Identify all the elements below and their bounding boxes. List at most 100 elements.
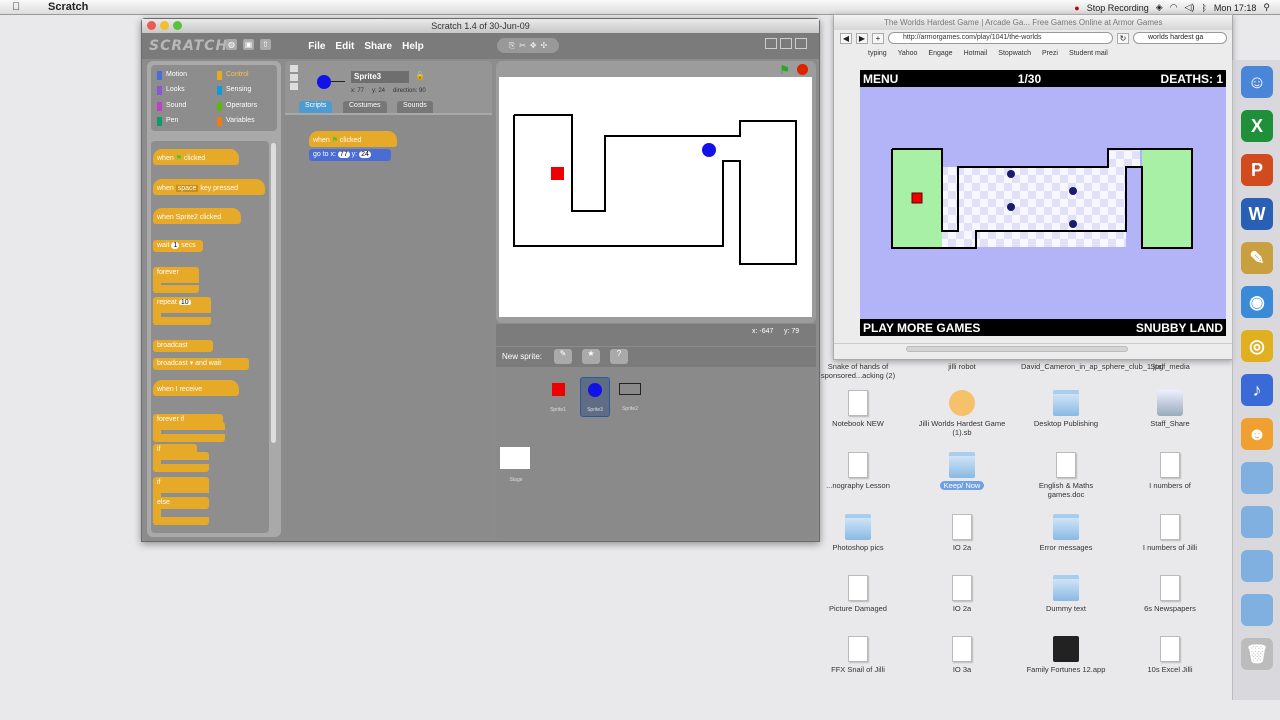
play-more-games-link[interactable]: PLAY MORE GAMES: [863, 321, 980, 335]
address-bar[interactable]: http://armorgames.com/play/1041/the-worl…: [888, 32, 1113, 44]
desktop-icon[interactable]: David_Cameron_in_ap_sphere_club_1.jpg: [1021, 362, 1163, 371]
palette-scrollbar[interactable]: [271, 143, 276, 443]
back-icon[interactable]: ◀: [840, 32, 852, 44]
desktop-icon[interactable]: I numbers of Jilli: [1125, 514, 1215, 552]
desktop-icon[interactable]: I numbers of: [1125, 452, 1215, 490]
safari-icon[interactable]: ◉: [1241, 286, 1273, 318]
desktop-icon[interactable]: FFX Snail of Jilli: [813, 636, 903, 674]
block-when-flag-clicked[interactable]: when ⚑ clicked: [153, 149, 239, 165]
choose-sprite-icon[interactable]: ★: [582, 349, 600, 364]
bookmark-student-mail[interactable]: Student mail: [1069, 50, 1108, 57]
goto-y-input[interactable]: 24: [359, 151, 371, 158]
random-sprite-icon[interactable]: ?: [610, 349, 628, 364]
stage-thumb[interactable]: Stage: [500, 447, 532, 484]
desktop-icon[interactable]: ...nography Lesson: [813, 452, 903, 490]
no-rotate-icon[interactable]: [290, 83, 298, 90]
key-dropdown[interactable]: space: [175, 185, 199, 192]
forward-icon[interactable]: ▶: [856, 32, 868, 44]
folder-2-icon[interactable]: [1241, 506, 1273, 538]
bookmark-typing[interactable]: typing: [868, 50, 887, 57]
desktop-icon[interactable]: English & Maths games.doc: [1021, 452, 1111, 499]
menu-edit[interactable]: Edit: [335, 41, 354, 52]
desktop-icon[interactable]: IO 2a: [917, 514, 1007, 552]
script-area[interactable]: when ⚑ clicked go to x: 77 y: 24: [285, 115, 492, 537]
category-operators[interactable]: Operators: [217, 100, 271, 112]
presentation-icon[interactable]: [795, 38, 807, 49]
game-menu-button[interactable]: MENU: [863, 72, 898, 86]
grow-icon[interactable]: ✥: [530, 41, 537, 50]
share-icon[interactable]: ⇧: [260, 39, 271, 50]
category-control[interactable]: Control: [217, 69, 271, 81]
script-when-flag-clicked[interactable]: when ⚑ clicked: [309, 131, 397, 147]
small-stage-icon[interactable]: [765, 38, 777, 49]
search-field[interactable]: worlds hardest ga: [1133, 32, 1227, 44]
block-when-i-receive[interactable]: when I receive: [153, 380, 239, 396]
flip-icon[interactable]: [290, 74, 298, 81]
bookmark-engage[interactable]: Engage: [928, 50, 952, 57]
apple-icon[interactable]: : [12, 1, 26, 13]
chrome-icon[interactable]: ◎: [1241, 330, 1273, 362]
snubby-land-link[interactable]: SNUBBY LAND: [1136, 321, 1223, 335]
duplicate-icon[interactable]: ⎘: [509, 41, 515, 51]
desktop-icon[interactable]: Error messages: [1021, 514, 1111, 552]
category-variables[interactable]: Variables: [217, 115, 271, 127]
desktop-icon[interactable]: 10s Excel Jilli: [1125, 636, 1215, 674]
clock[interactable]: Mon 17:18: [1214, 3, 1257, 13]
wifi-icon[interactable]: ◠: [1170, 2, 1178, 13]
bookmark-yahoo[interactable]: Yahoo: [898, 50, 918, 57]
desktop-icon[interactable]: IO 3a: [917, 636, 1007, 674]
browser-titlebar[interactable]: The Worlds Hardest Game | Arcade Ga... F…: [834, 15, 1232, 30]
word-icon[interactable]: W: [1241, 198, 1273, 230]
desktop-icon[interactable]: Photoshop pics: [813, 514, 903, 552]
dropbox-icon[interactable]: ◈: [1156, 2, 1163, 13]
menu-help[interactable]: Help: [402, 41, 424, 52]
desktop-icon[interactable]: Snake of hands of sponsored...acking (2): [813, 362, 903, 380]
desktop-icon[interactable]: Picture Damaged: [813, 575, 903, 613]
desktop-icon[interactable]: IO 2a: [917, 575, 1007, 613]
sprite-thumb-sprite3[interactable]: Sprite3: [580, 377, 610, 417]
block-broadcast[interactable]: broadcast: [153, 340, 213, 352]
desktop-icon[interactable]: Jilli Worlds Hardest Game (1).sb: [917, 390, 1007, 437]
blue-circle-sprite[interactable]: [702, 143, 716, 157]
tab-costumes[interactable]: Costumes: [343, 101, 387, 113]
menu-file[interactable]: File: [308, 41, 325, 52]
itunes-icon[interactable]: ♪: [1241, 374, 1273, 406]
excel-icon[interactable]: X: [1241, 110, 1273, 142]
record-icon[interactable]: ●: [1074, 3, 1079, 13]
bluetooth-icon[interactable]: ᛒ: [1201, 3, 1206, 13]
block-broadcast-and-wait[interactable]: broadcast ▾ and wait: [153, 358, 249, 370]
block-when-key-pressed[interactable]: when space key pressed: [153, 179, 265, 195]
finder-icon[interactable]: ☺: [1241, 66, 1273, 98]
desktop-icon[interactable]: Dummy text: [1021, 575, 1111, 613]
desktop-icon[interactable]: Keep/ Now: [917, 452, 1007, 490]
red-square-sprite[interactable]: [551, 167, 564, 180]
spotlight-icon[interactable]: ⚲: [1263, 2, 1270, 13]
rotate-icon[interactable]: [290, 65, 298, 72]
zoom-button[interactable]: [173, 21, 182, 30]
add-bookmark-icon[interactable]: +: [872, 32, 884, 44]
green-flag-icon[interactable]: ⚑: [779, 63, 790, 77]
app-menu-name[interactable]: Scratch: [48, 1, 88, 13]
desktop-icon[interactable]: 6s Newspapers: [1125, 575, 1215, 613]
script-go-to-xy[interactable]: go to x: 77 y: 24: [309, 149, 391, 161]
trash-icon[interactable]: 🗑: [1241, 638, 1273, 670]
stage[interactable]: [499, 77, 812, 317]
paint-sprite-icon[interactable]: ✎: [554, 349, 572, 364]
block-when-sprite-clicked[interactable]: when Sprite2 clicked: [153, 208, 241, 224]
stop-sign-icon[interactable]: [797, 64, 808, 75]
category-sound[interactable]: Sound: [157, 100, 211, 112]
goto-x-input[interactable]: 77: [337, 151, 350, 158]
category-sensing[interactable]: Sensing: [217, 84, 271, 96]
desktop-icon[interactable]: Staff_Share: [1125, 390, 1215, 428]
block-wait[interactable]: wait 1 secs: [153, 240, 203, 252]
folder-4-icon[interactable]: [1241, 594, 1273, 626]
close-button[interactable]: [147, 21, 156, 30]
bookmark-prezi[interactable]: Prezi: [1042, 50, 1058, 57]
reload-icon[interactable]: ↻: [1117, 32, 1129, 44]
wait-input[interactable]: 1: [171, 242, 180, 249]
tab-scripts[interactable]: Scripts: [299, 101, 333, 113]
category-pen[interactable]: Pen: [157, 115, 211, 127]
preview-icon[interactable]: ✎: [1241, 242, 1273, 274]
menu-share[interactable]: Share: [364, 41, 392, 52]
recording-status[interactable]: Stop Recording: [1087, 3, 1149, 13]
